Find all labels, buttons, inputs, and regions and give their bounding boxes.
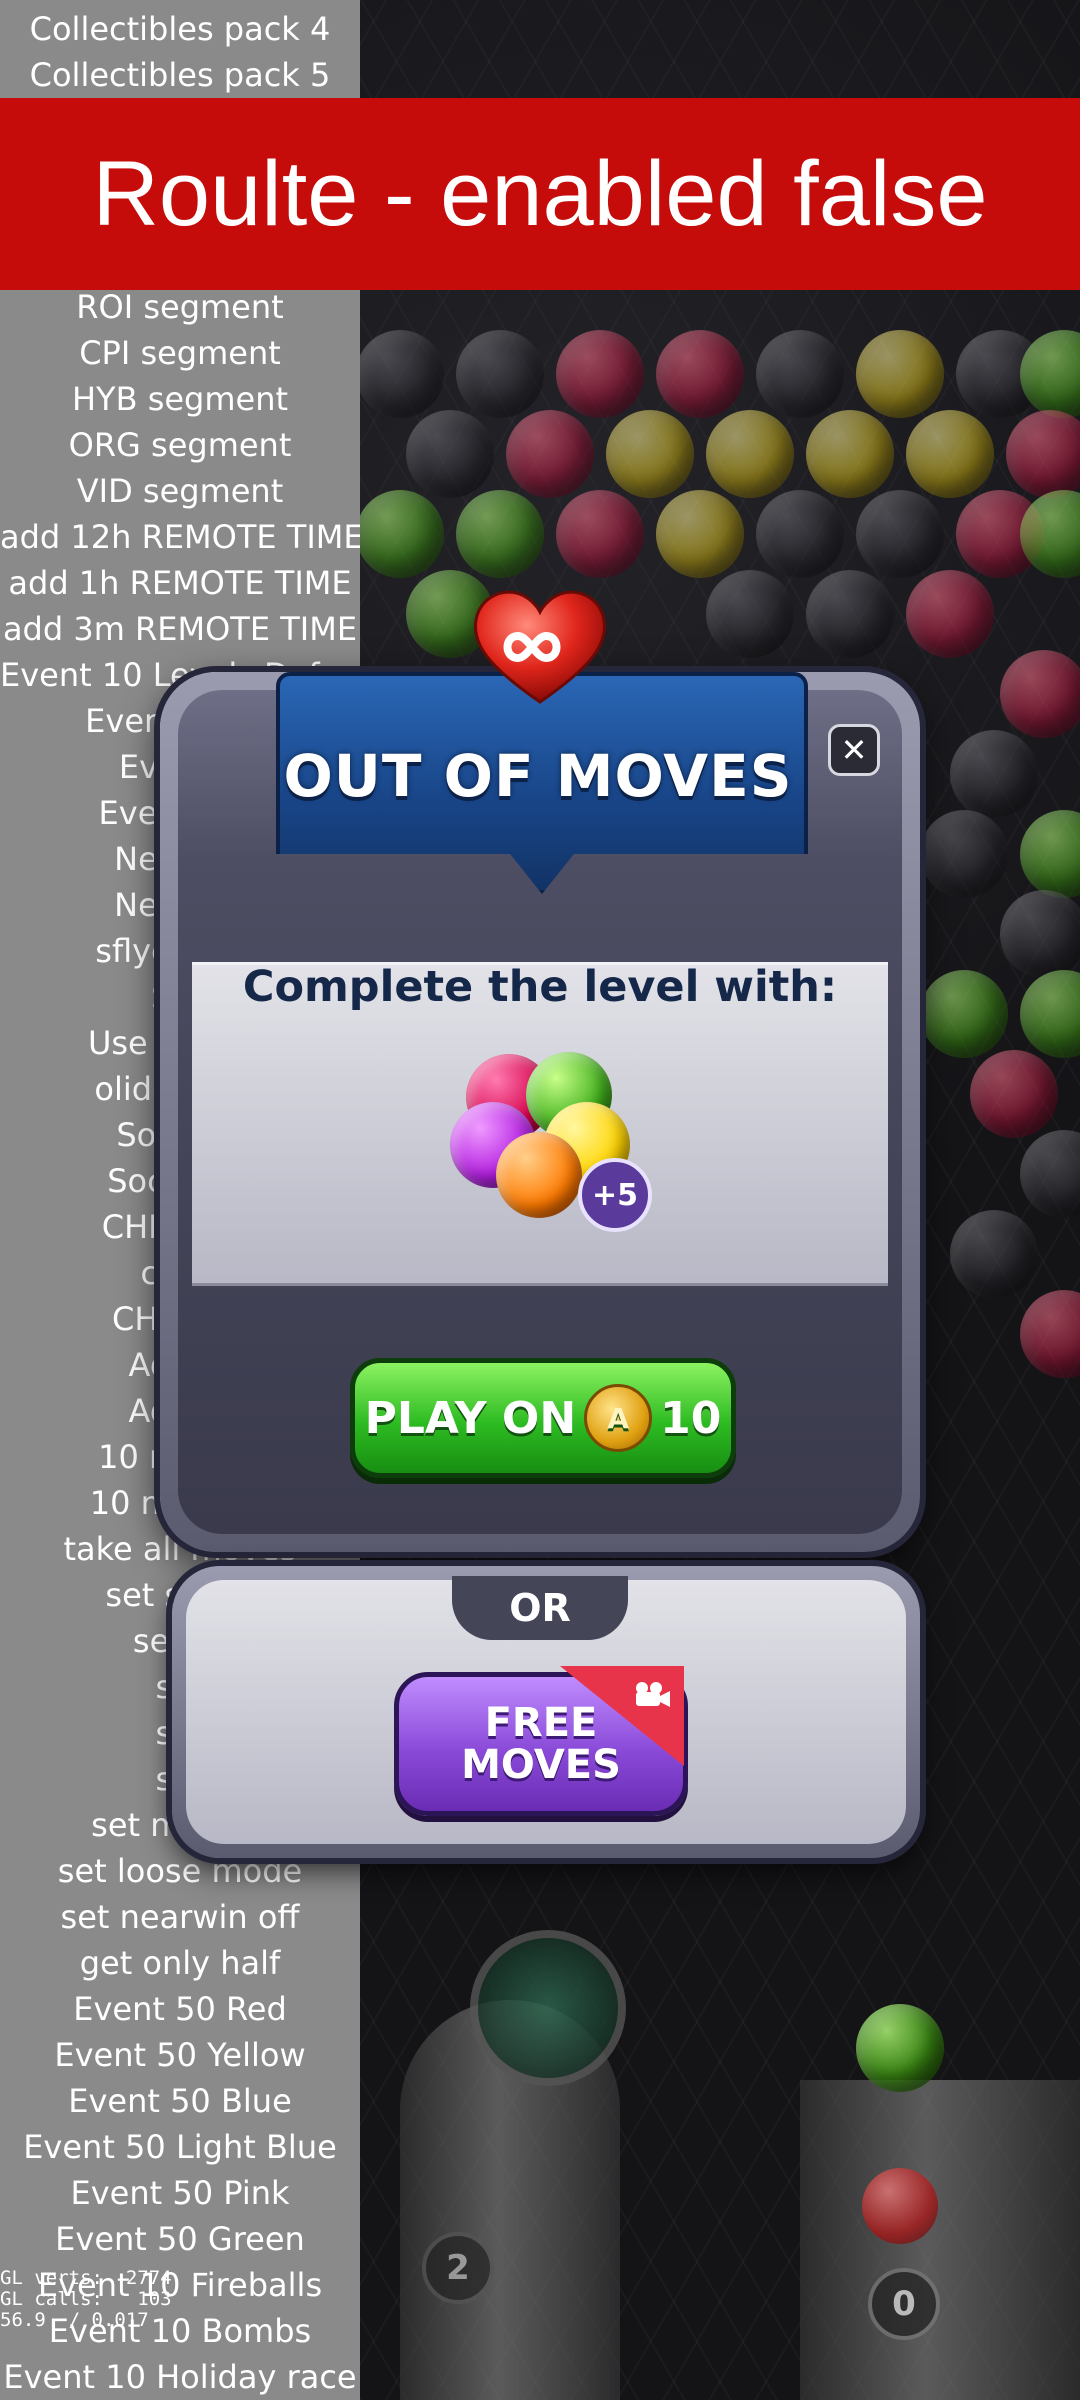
debug-menu-item[interactable]: set nearwin off bbox=[0, 1894, 360, 1940]
debug-menu-item[interactable]: ORG segment bbox=[0, 422, 360, 468]
bubble bbox=[950, 1210, 1038, 1298]
debug-menu-item[interactable]: Event 50 Yellow bbox=[0, 2032, 360, 2078]
bubble bbox=[356, 330, 444, 418]
bubble bbox=[856, 330, 944, 418]
banner-text: Roulte - enabled false bbox=[92, 142, 988, 245]
bubble bbox=[756, 490, 844, 578]
or-separator: OR bbox=[452, 1576, 628, 1640]
bubble bbox=[856, 490, 944, 578]
debug-menu-item[interactable]: add 12h REMOTE TIME bbox=[0, 514, 360, 560]
bubble bbox=[970, 1050, 1058, 1138]
debug-menu-item[interactable]: Event 50 Blue bbox=[0, 2078, 360, 2124]
bubble bbox=[806, 410, 894, 498]
bubble bbox=[456, 330, 544, 418]
close-button[interactable]: ✕ bbox=[828, 724, 880, 776]
bubble bbox=[406, 410, 494, 498]
debug-menu-item[interactable]: Event 10 Holiday race bbox=[0, 2354, 360, 2400]
bubble bbox=[1020, 1290, 1080, 1378]
bubble bbox=[1000, 650, 1080, 738]
debug-menu-item[interactable]: Collectibles pack 5 bbox=[0, 52, 360, 98]
free-moves-label: FREE MOVES bbox=[461, 1700, 621, 1788]
bubble bbox=[706, 570, 794, 658]
debug-menu-item[interactable]: Collectibles pack 4 bbox=[0, 6, 360, 52]
debug-menu-item[interactable]: get only half bbox=[0, 1940, 360, 1986]
bubble bbox=[656, 330, 744, 418]
launcher-pipe bbox=[800, 2080, 1080, 2400]
bubble bbox=[1020, 810, 1080, 898]
bubble bbox=[806, 570, 894, 658]
current-bubble[interactable] bbox=[856, 2004, 944, 2092]
bubble bbox=[1006, 410, 1080, 498]
bubble bbox=[1020, 1130, 1080, 1218]
bubble bbox=[906, 410, 994, 498]
shots-badge: 2 bbox=[422, 2232, 494, 2304]
bubble bbox=[606, 410, 694, 498]
debug-menu-item[interactable]: HYB segment bbox=[0, 376, 360, 422]
gl-stats-overlay: GL verts: 2774 GL calls: 103 56.9 / 0.01… bbox=[0, 2268, 172, 2331]
dialog-subtitle: Complete the level with: bbox=[242, 962, 838, 1012]
queue-badge: 0 bbox=[868, 2268, 940, 2340]
booster-button[interactable] bbox=[470, 1930, 626, 2086]
infinite-lives-heart-icon bbox=[473, 590, 607, 704]
play-on-price: 10 bbox=[660, 1392, 722, 1444]
bubble bbox=[356, 490, 444, 578]
bubble bbox=[920, 970, 1008, 1058]
reward-count-badge: +5 bbox=[578, 1158, 652, 1232]
video-camera-icon bbox=[632, 1680, 672, 1708]
bubble bbox=[656, 490, 744, 578]
gl-fps: 56.9 / 0.017 bbox=[0, 2309, 149, 2331]
debug-menu-item[interactable]: VID segment bbox=[0, 468, 360, 514]
debug-menu-item[interactable]: Event 50 Green bbox=[0, 2216, 360, 2262]
bubble bbox=[1020, 970, 1080, 1058]
debug-menu-item[interactable]: Event 50 Red bbox=[0, 1986, 360, 2032]
bubble bbox=[506, 410, 594, 498]
bubble-icon bbox=[496, 1132, 582, 1218]
launcher-light bbox=[862, 2168, 938, 2244]
bubble bbox=[556, 330, 644, 418]
close-icon: ✕ bbox=[840, 731, 868, 769]
play-on-label: PLAY ON bbox=[364, 1392, 577, 1444]
play-on-button[interactable]: PLAY ON A 10 bbox=[350, 1358, 736, 1478]
coin-icon: A bbox=[584, 1384, 653, 1452]
debug-menu-item[interactable]: add 3m REMOTE TIME bbox=[0, 606, 360, 652]
debug-menu-item[interactable]: Event 50 Light Blue bbox=[0, 2124, 360, 2170]
bubble bbox=[906, 570, 994, 658]
debug-menu-item[interactable]: add 1h REMOTE TIME bbox=[0, 560, 360, 606]
debug-menu-item[interactable]: Event 50 Pink bbox=[0, 2170, 360, 2216]
debug-menu-item[interactable]: ROI segment bbox=[0, 284, 360, 330]
bubble bbox=[706, 410, 794, 498]
gl-calls: GL calls: 103 bbox=[0, 2288, 172, 2310]
bubble bbox=[556, 490, 644, 578]
gl-verts: GL verts: 2774 bbox=[0, 2267, 172, 2289]
debug-menu-item[interactable]: CPI segment bbox=[0, 330, 360, 376]
bubble bbox=[456, 490, 544, 578]
bubble bbox=[1000, 890, 1080, 978]
bubble bbox=[920, 810, 1008, 898]
bubble bbox=[950, 730, 1038, 818]
bubble bbox=[756, 330, 844, 418]
debug-banner: Roulte - enabled false bbox=[0, 98, 1080, 290]
dialog-title: OUT OF MOVES bbox=[283, 742, 793, 810]
